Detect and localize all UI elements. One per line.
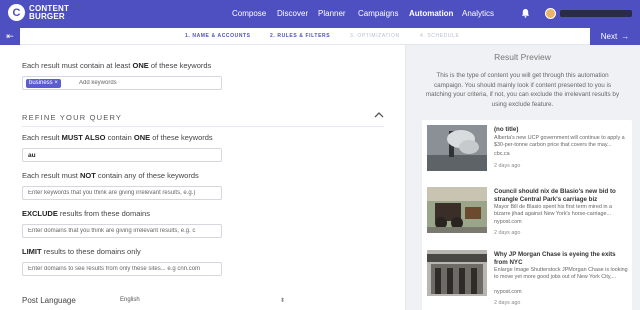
must-not-placeholder: Enter keywords that you think are giving… xyxy=(28,190,196,196)
card-source: cbc.ca xyxy=(494,151,510,157)
exclude-domains-input[interactable]: Enter domains that you think are giving … xyxy=(22,224,222,238)
article-thumbnail xyxy=(427,187,487,233)
bell-icon[interactable] xyxy=(521,8,530,18)
exclude-domains-label: EXCLUDE results from these domains xyxy=(22,209,150,218)
card-source: nypost.com xyxy=(494,219,522,225)
card-description: Alberta's new UCP government will contin… xyxy=(494,135,625,148)
card-description: Enlarge Image Shutterstock JPMorgan Chas… xyxy=(494,267,628,280)
back-button[interactable]: ⇤ xyxy=(0,28,20,45)
step-optimization[interactable]: 3. OPTIMIZATION xyxy=(350,33,400,39)
preview-card[interactable]: (no title) Alberta's new UCP government … xyxy=(422,120,632,186)
must-also-label: Each result MUST ALSO contain ONE of the… xyxy=(22,133,213,142)
article-thumbnail xyxy=(427,250,487,296)
next-button[interactable]: Next → xyxy=(590,28,640,45)
step-schedule[interactable]: 4. SCHEDULE xyxy=(420,33,459,39)
add-keywords-placeholder: Add keywords xyxy=(79,80,117,86)
preview-title: Result Preview xyxy=(494,52,551,62)
nav-automation[interactable]: Automation xyxy=(409,9,453,18)
brand-logo[interactable]: C CONTENT BURGER xyxy=(8,4,71,21)
limit-domains-input[interactable]: Enter domains to see results from only t… xyxy=(22,262,222,276)
nav-analytics[interactable]: Analytics xyxy=(462,9,494,18)
select-arrow-icon[interactable]: ⬍ xyxy=(280,297,285,304)
preview-card[interactable]: Why JP Morgan Chase is eyeing the exits … xyxy=(422,245,632,310)
post-language-label: Post Language xyxy=(22,296,76,305)
chip-remove-icon[interactable]: × xyxy=(54,80,58,86)
keyword-chip[interactable]: business × xyxy=(26,79,61,88)
preview-card[interactable]: Council should nix de Blasio's new bid t… xyxy=(422,182,632,248)
nav-campaigns[interactable]: Campaigns xyxy=(358,9,398,18)
must-contain-keywords-input[interactable]: business × Add keywords xyxy=(22,76,222,90)
must-not-keywords-input[interactable]: Enter keywords that you think are giving… xyxy=(22,186,222,200)
step-name-accounts[interactable]: 1. NAME & ACCOUNTS xyxy=(185,33,251,39)
limit-domains-label: LIMIT results to these domains only xyxy=(22,247,141,256)
brand-name: CONTENT BURGER xyxy=(29,3,70,21)
card-source: nypost.com xyxy=(494,289,522,295)
nav-planner[interactable]: Planner xyxy=(318,9,346,18)
article-thumbnail xyxy=(427,125,487,171)
username-redacted[interactable] xyxy=(560,10,632,17)
card-title[interactable]: Council should nix de Blasio's new bid t… xyxy=(494,188,628,203)
card-time: 2 days ago xyxy=(494,163,521,169)
chevron-up-icon[interactable] xyxy=(374,111,384,119)
logo-icon: C xyxy=(8,4,25,21)
preview-description: This is the type of content you will get… xyxy=(425,72,620,108)
nav-discover[interactable]: Discover xyxy=(277,9,308,18)
exclude-domains-placeholder: Enter domains that you think are giving … xyxy=(28,228,196,234)
refine-query-heading: REFINE YOUR QUERY xyxy=(22,113,123,122)
post-language-select[interactable]: English xyxy=(120,297,140,303)
limit-domains-placeholder: Enter domains to see results from only t… xyxy=(28,266,201,272)
next-label: Next xyxy=(600,32,618,41)
step-rules-filters[interactable]: 2. RULES & FILTERS xyxy=(270,33,330,39)
card-title[interactable]: (no title) xyxy=(494,126,628,134)
must-also-keywords-input[interactable]: au xyxy=(22,148,222,162)
card-time: 2 days ago xyxy=(494,230,521,236)
arrow-right-icon: → xyxy=(621,32,630,41)
must-not-label: Each result must NOT contain any of thes… xyxy=(22,171,199,180)
must-contain-label: Each result must contain at least ONE of… xyxy=(22,61,212,70)
must-also-value: au xyxy=(28,152,36,159)
card-title[interactable]: Why JP Morgan Chase is eyeing the exits … xyxy=(494,251,628,266)
card-description: Mayor Bill de Blasio spent his first ter… xyxy=(494,204,613,217)
card-time: 2 days ago xyxy=(494,300,521,306)
section-divider xyxy=(22,126,384,127)
avatar[interactable] xyxy=(545,8,556,19)
nav-compose[interactable]: Compose xyxy=(232,9,266,18)
